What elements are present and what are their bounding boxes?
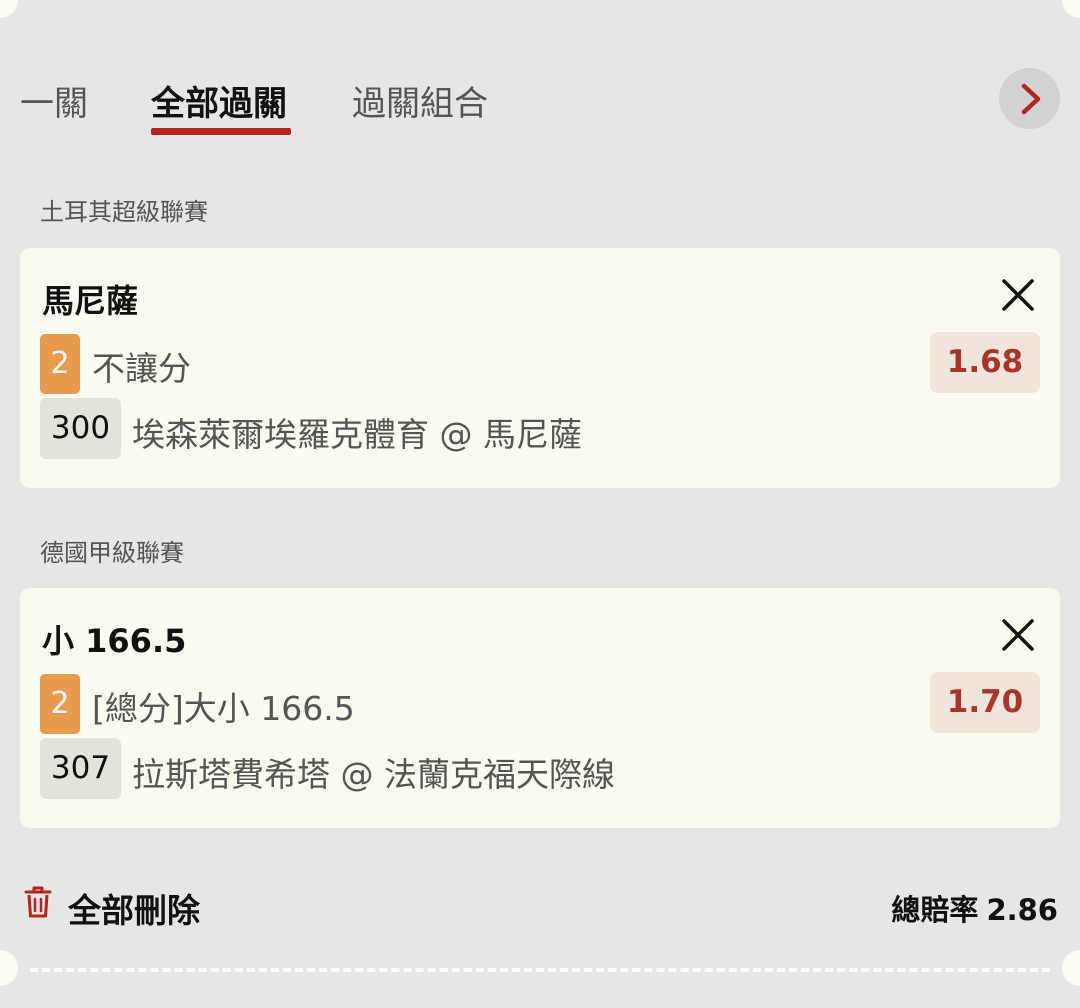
league-name: 德國甲級聯賽: [40, 539, 184, 567]
next-tab-button[interactable]: [999, 68, 1060, 129]
bet-card: 小 166.5 2 [總分]大小 166.5 1.70 307 拉斯塔費希塔 @…: [20, 588, 1060, 828]
delete-all-button[interactable]: 全部刪除: [68, 884, 200, 932]
bet-selection: 小 166.5: [42, 622, 187, 660]
close-icon: [1002, 279, 1034, 311]
total-odds-label: 總賠率: [891, 893, 979, 927]
ticket-notch-top-left: [0, 0, 18, 18]
match-number: 300: [40, 398, 121, 459]
bet-market: 不讓分: [92, 349, 191, 388]
bet-market: [總分]大小 166.5: [92, 689, 355, 728]
active-tab-indicator: [151, 128, 291, 135]
sport-badge: 2: [40, 334, 80, 394]
chevron-right-icon: [1021, 83, 1041, 115]
total-odds: 總賠率 2.86: [891, 887, 1058, 929]
tab-parlay-combo[interactable]: 過關組合: [352, 76, 488, 125]
match-number: 307: [40, 738, 121, 799]
bet-selection: 馬尼薩: [42, 282, 139, 320]
sport-badge: 2: [40, 674, 80, 734]
match-name: 埃森萊爾埃羅克體育 @ 馬尼薩: [132, 415, 582, 454]
ticket-notch-top-right: [1062, 0, 1080, 18]
ticket-notch-bottom-right: [1062, 950, 1080, 986]
odds-value: 1.68: [930, 332, 1040, 393]
bet-slip-footer: 全部刪除 總賠率 2.86: [0, 870, 1080, 940]
tab-all-parlay[interactable]: 全部過關: [151, 76, 287, 125]
league-name: 土耳其超級聯賽: [40, 198, 208, 226]
remove-bet-button[interactable]: [1000, 277, 1036, 313]
trash-icon[interactable]: [24, 885, 52, 919]
bet-card: 馬尼薩 2 不讓分 1.68 300 埃森萊爾埃羅克體育 @ 馬尼薩: [20, 248, 1060, 488]
total-odds-value: 2.86: [986, 893, 1058, 927]
tab-single[interactable]: 一關: [20, 76, 88, 125]
match-name: 拉斯塔費希塔 @ 法蘭克福天際線: [132, 755, 615, 794]
odds-value: 1.70: [930, 672, 1040, 733]
remove-bet-button[interactable]: [1000, 617, 1036, 653]
close-icon: [1002, 619, 1034, 651]
bet-type-tabs: 一關 全部過關 過關組合: [0, 60, 1080, 150]
ticket-notch-bottom-left: [0, 950, 18, 986]
ticket-divider: [30, 968, 1050, 972]
